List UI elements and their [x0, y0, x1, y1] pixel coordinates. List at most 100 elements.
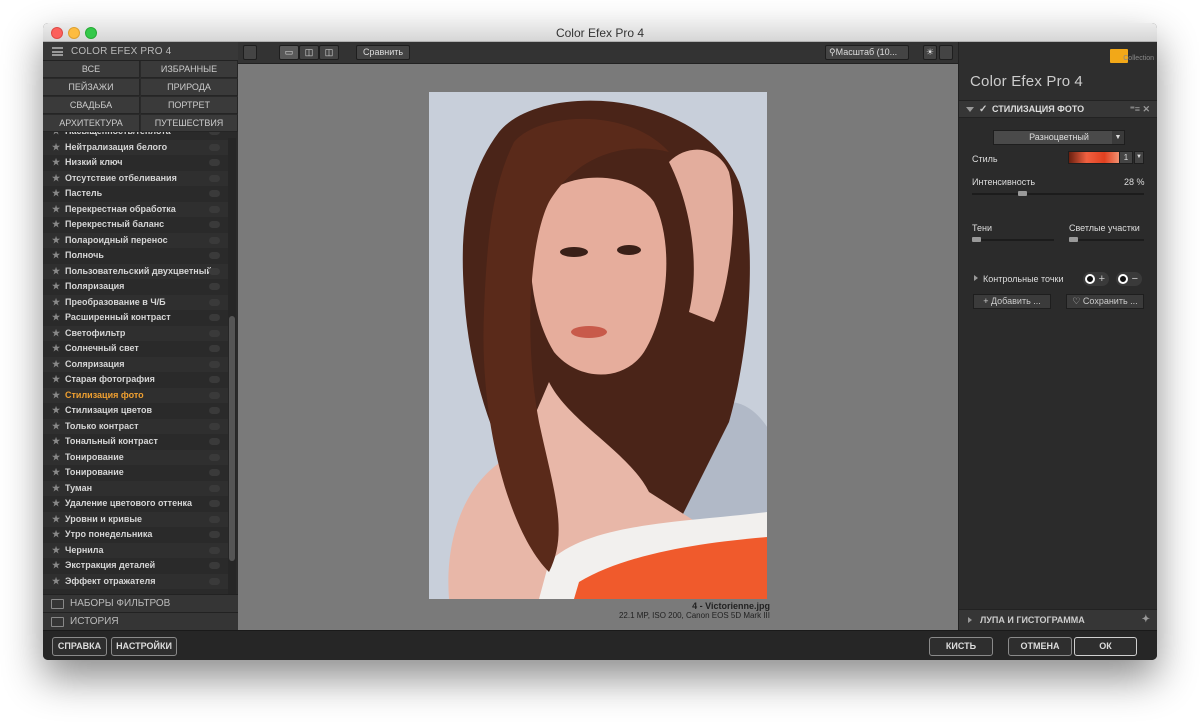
favorite-star-icon[interactable]: ★ [52, 310, 60, 326]
favorite-star-icon[interactable]: ★ [52, 403, 60, 419]
filter-item[interactable]: ★ Низкий ключ [43, 155, 228, 171]
favorite-star-icon[interactable]: ★ [52, 574, 60, 590]
compare-button[interactable]: Сравнить [356, 45, 410, 60]
category-architecture[interactable]: АРХИТЕКТУРА [43, 115, 140, 132]
category-wedding[interactable]: СВАДЬБА [43, 97, 140, 114]
filter-item[interactable]: ★ Полночь [43, 248, 228, 264]
collapse-triangle-icon[interactable] [966, 107, 974, 112]
category-nature[interactable]: ПРИРОДА [141, 79, 238, 96]
highlights-slider[interactable] [1069, 237, 1144, 242]
filter-item[interactable]: ★ Пастель [43, 186, 228, 202]
favorite-star-icon[interactable]: ★ [52, 527, 60, 543]
cancel-button[interactable]: ОТМЕНА [1008, 637, 1072, 656]
favorite-star-icon[interactable]: ★ [52, 543, 60, 559]
favorite-star-icon[interactable]: ★ [52, 171, 60, 187]
favorite-star-icon[interactable]: ★ [52, 326, 60, 342]
favorite-star-icon[interactable]: ★ [52, 264, 60, 280]
filter-item[interactable]: ★ Солнечный свет [43, 341, 228, 357]
filter-item[interactable]: ★ Насыщенность/теплота [43, 132, 228, 140]
filter-panel-header[interactable]: ✓ СТИЛИЗАЦИЯ ФОТО ⁼≡ ✕ [959, 100, 1157, 118]
filter-item[interactable]: ★ Светофильтр [43, 325, 228, 342]
favorite-star-icon[interactable]: ★ [52, 202, 60, 218]
filter-menu-icon[interactable]: ⁼≡ ✕ [1130, 101, 1150, 118]
category-landscape[interactable]: ПЕЙЗАЖИ [43, 79, 140, 96]
help-button[interactable]: СПРАВКА [52, 637, 107, 656]
filter-list-scrollbar[interactable] [228, 138, 236, 594]
intensity-slider[interactable] [972, 191, 1144, 196]
filter-item[interactable]: ★ Тональный контраст [43, 434, 228, 450]
filter-item[interactable]: ★ Расширенный контраст [43, 310, 228, 326]
favorite-star-icon[interactable]: ★ [52, 341, 60, 357]
favorite-star-icon[interactable]: ★ [52, 186, 60, 202]
shadows-slider-knob[interactable] [972, 237, 981, 242]
save-preset-button[interactable]: ♡ Сохранить ... [1066, 294, 1144, 309]
category-travel[interactable]: ПУТЕШЕСТВИЯ [141, 115, 238, 132]
filter-item[interactable]: ★ Утро понедельника [43, 527, 228, 543]
filter-item[interactable]: ★ Нейтрализация белого [43, 139, 228, 156]
background-light-icon[interactable]: ☀ [923, 45, 937, 60]
favorite-star-icon[interactable]: ★ [52, 465, 60, 481]
filter-item[interactable]: ★ Уровни и кривые [43, 511, 228, 528]
brush-button[interactable]: КИСТЬ [929, 637, 993, 656]
scrollbar-thumb[interactable] [229, 316, 235, 561]
remove-control-point-button[interactable]: − [1116, 272, 1142, 286]
style-number[interactable]: 1 [1119, 151, 1133, 164]
favorite-star-icon[interactable]: ★ [52, 357, 60, 373]
favorite-star-icon[interactable]: ★ [52, 388, 60, 404]
favorite-star-icon[interactable]: ★ [52, 512, 60, 528]
filter-item[interactable]: ★ Отсутствие отбеливания [43, 170, 228, 187]
single-view-icon[interactable]: ▭ [279, 45, 299, 60]
settings-button[interactable]: НАСТРОЙКИ [111, 637, 177, 656]
filter-item[interactable]: ★ Удаление цветового оттенка [43, 496, 228, 512]
filter-item[interactable]: ★ Соляризация [43, 356, 228, 373]
style-swatch[interactable] [1068, 151, 1123, 164]
filter-item[interactable]: ★ Перекрестный баланс [43, 217, 228, 233]
add-control-point-button[interactable]: + [1083, 272, 1109, 286]
favorite-star-icon[interactable]: ★ [52, 450, 60, 466]
favorite-star-icon[interactable]: ★ [52, 419, 60, 435]
filter-item[interactable]: ★ Старая фотография [43, 372, 228, 388]
preset-dropdown[interactable]: Разноцветный ▼ [993, 130, 1125, 145]
filter-item[interactable]: ★ Пользовательский двухцветный [43, 263, 228, 280]
favorite-star-icon[interactable]: ★ [52, 295, 60, 311]
favorite-star-icon[interactable]: ★ [52, 434, 60, 450]
favorite-star-icon[interactable]: ★ [52, 132, 60, 140]
split-view-icon[interactable]: ◫ [299, 45, 319, 60]
expand-triangle-icon[interactable] [974, 275, 978, 281]
filter-item[interactable]: ★ Преобразование в Ч/Б [43, 294, 228, 311]
category-all[interactable]: ВСЕ [43, 61, 140, 78]
add-preset-button[interactable]: + Добавить ... [973, 294, 1051, 309]
favorite-star-icon[interactable]: ★ [52, 279, 60, 295]
side-by-side-icon[interactable]: ◫ [319, 45, 339, 60]
style-chevron-icon[interactable]: ▼ [1134, 151, 1144, 164]
filter-item[interactable]: ★ Перекрестная обработка [43, 201, 228, 218]
filter-item[interactable]: ★ Тонирование [43, 465, 228, 481]
filter-item[interactable]: ★ Полароидный перенос [43, 232, 228, 248]
category-portrait[interactable]: ПОРТРЕТ [141, 97, 238, 114]
highlights-slider-knob[interactable] [1069, 237, 1078, 242]
favorite-star-icon[interactable]: ★ [52, 217, 60, 233]
favorite-star-icon[interactable]: ★ [52, 140, 60, 156]
zoom-dropdown[interactable]: ⚲Масштаб (10... [825, 45, 909, 60]
shadows-slider[interactable] [972, 237, 1054, 242]
favorite-star-icon[interactable]: ★ [52, 248, 60, 264]
filter-item[interactable]: ★ Экстракция деталей [43, 558, 228, 574]
preview-image[interactable] [429, 92, 767, 599]
pin-icon[interactable]: ✦ [1142, 610, 1150, 630]
filter-item[interactable]: ★ Поляризация [43, 279, 228, 295]
filter-item[interactable]: ★ Стилизация цветов [43, 403, 228, 419]
toggle-browser-icon[interactable] [243, 45, 257, 60]
filter-item[interactable]: ★ Туман [43, 480, 228, 497]
menu-icon[interactable] [52, 47, 63, 56]
toggle-controls-icon[interactable] [939, 45, 953, 60]
ok-button[interactable]: ОК [1074, 637, 1137, 656]
filter-enabled-checkbox[interactable]: ✓ [979, 101, 987, 118]
favorite-star-icon[interactable]: ★ [52, 481, 60, 497]
favorite-star-icon[interactable]: ★ [52, 372, 60, 388]
filter-sets-section[interactable]: НАБОРЫ ФИЛЬТРОВ [43, 594, 238, 612]
category-favorites[interactable]: ИЗБРАННЫЕ [141, 61, 238, 78]
intensity-slider-knob[interactable] [1018, 191, 1027, 196]
history-section[interactable]: ИСТОРИЯ [43, 612, 238, 630]
filter-item[interactable]: ★ Эффект отражателя [43, 573, 228, 590]
loupe-histogram-section[interactable]: ЛУПА И ГИСТОГРАММА ✦ [959, 609, 1157, 630]
